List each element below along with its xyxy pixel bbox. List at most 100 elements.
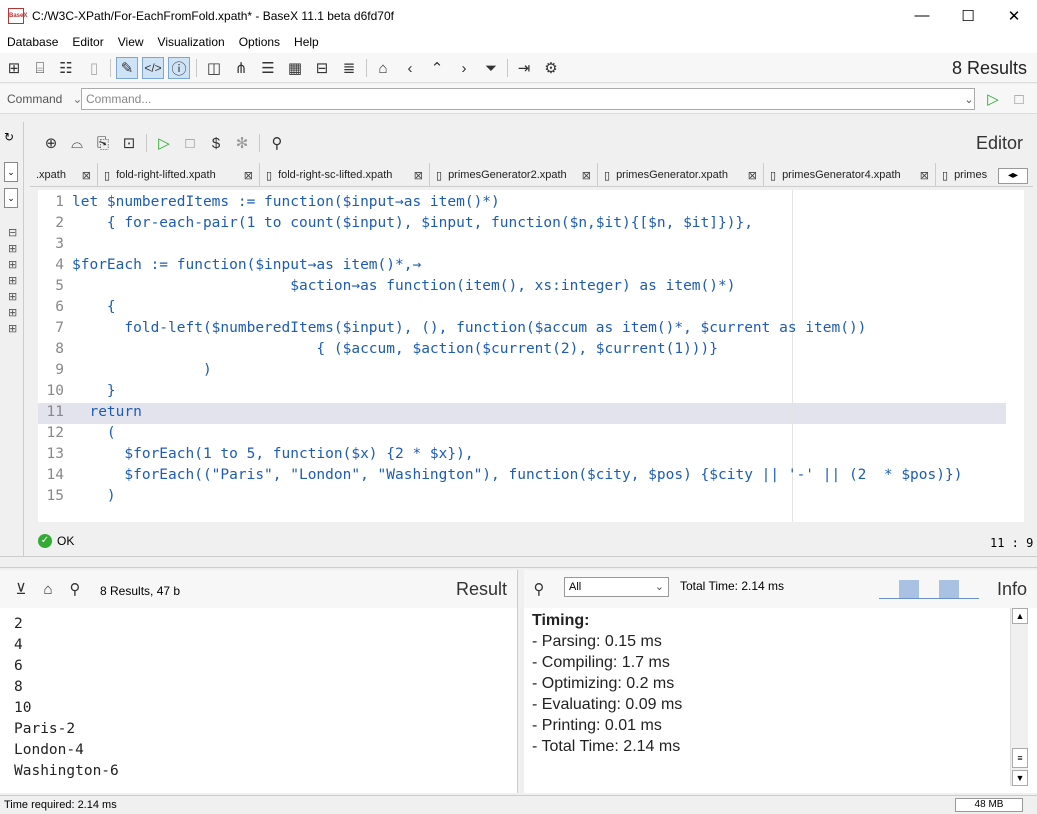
status-ok-label: OK (57, 534, 75, 548)
editor-tabs: .xpath ⊠ ▯ fold-right-lifted.xpath ⊠ ▯ fold-… (30, 163, 1033, 187)
total-time: Total Time: 2.14 ms (680, 579, 785, 593)
project-strip: ↻ ⌄ ⌄ ⊟ ⊞ ⊞ ⊞ ⊞ ⊞ ⊞ (0, 122, 24, 560)
command-mode-select[interactable]: Command ⌄ (2, 88, 82, 110)
home-icon[interactable]: ⌂ (37, 578, 59, 600)
splitter[interactable] (0, 556, 1037, 568)
open-database-icon[interactable]: ⌸ (29, 57, 51, 79)
forward-icon[interactable]: › (453, 57, 475, 79)
chevron-down-icon[interactable]: ⌄ (4, 162, 18, 182)
close-icon[interactable]: ⊠ (748, 169, 757, 182)
info-toggle-icon[interactable]: ⓘ (168, 57, 190, 79)
code-line: return (72, 404, 142, 420)
tab-scroll-arrows[interactable]: ◂▸ (998, 168, 1028, 184)
home-icon[interactable]: ⌂ (372, 57, 394, 79)
new-file-icon[interactable]: ⊕ (40, 132, 62, 154)
properties-icon[interactable]: ☷ (55, 57, 77, 79)
code-line: ( (72, 425, 116, 441)
menu-editor[interactable]: Editor (65, 35, 110, 49)
result-output: 2 4 6 8 10 Paris-2 London-4 Washington-6 (14, 614, 119, 782)
command-input[interactable]: Command... (81, 88, 975, 110)
menu-options[interactable]: Options (232, 35, 287, 49)
refresh-icon[interactable]: ↻ (4, 130, 14, 144)
code-line: let $numberedItems := function($input→as… (72, 194, 500, 210)
cursor-position: 11 : 9 (990, 536, 1034, 550)
file-icon: ▯ (770, 169, 777, 182)
tree-expanders[interactable]: ⊟ ⊞ ⊞ ⊞ ⊞ ⊞ ⊞ (8, 225, 17, 337)
menu-database[interactable]: Database (0, 35, 65, 49)
settings-icon[interactable]: ⚙ (540, 57, 562, 79)
tab-fold-right-lifted[interactable]: ▯ fold-right-lifted.xpath ⊠ (98, 163, 260, 187)
maximize-button[interactable]: ☐ (945, 0, 991, 31)
up-icon[interactable]: ⌃ (426, 57, 448, 79)
editor-toggle-icon[interactable]: ✎ (116, 57, 138, 79)
filter-icon[interactable]: ⏷ (480, 57, 502, 79)
close-icon[interactable]: ⊠ (582, 169, 591, 182)
close-icon[interactable]: ⊠ (244, 169, 253, 182)
code-line: { ($accum, $action($current(2), $current… (72, 341, 719, 357)
save-result-icon[interactable]: ⊻ (10, 578, 32, 600)
tree-view-icon[interactable]: ⋔ (230, 57, 252, 79)
scroll-down-icon[interactable]: ▼ (1012, 770, 1028, 786)
close-icon[interactable]: ⊠ (920, 169, 929, 182)
code-line: { (72, 299, 116, 315)
variables-icon[interactable]: $ (205, 132, 227, 154)
info-filter-select[interactable]: All ⌄ (564, 577, 669, 597)
result-line: 8 (14, 679, 23, 695)
debug-icon[interactable]: ✻ (231, 132, 253, 154)
info-scrollbar[interactable]: ▲ ≡ ▼ (1010, 608, 1028, 786)
close-button[interactable]: ✕ (991, 0, 1037, 31)
tab-primesgenerator2[interactable]: ▯ primesGenerator2.xpath ⊠ (430, 163, 598, 187)
close-icon[interactable]: ⊠ (82, 169, 91, 182)
result-line: 6 (14, 658, 23, 674)
plot-view-icon[interactable]: ▦ (284, 57, 306, 79)
scroll-thumb[interactable]: ≡ (1012, 748, 1028, 768)
back-icon[interactable]: ‹ (399, 57, 421, 79)
run-command-icon[interactable]: ▷ (982, 88, 1004, 110)
close-database-icon[interactable]: ▯ (83, 57, 105, 79)
result-line: 4 (14, 637, 23, 653)
tab-primesgenerator4[interactable]: ▯ primesGenerator4.xpath ⊠ (764, 163, 936, 187)
editor-panel-label: Editor (975, 133, 1023, 153)
stop-query-icon[interactable]: □ (179, 132, 201, 154)
command-mode-value: Command (7, 92, 63, 106)
menu-view[interactable]: View (111, 35, 151, 49)
code-line: $forEach(("Paris", "London", "Washington… (72, 467, 963, 483)
map-view-icon[interactable]: ◫ (203, 57, 225, 79)
fullscreen-icon[interactable]: ⇥ (513, 57, 535, 79)
save-icon[interactable]: ⎘ (92, 132, 114, 154)
tab-primesgenerator[interactable]: ▯ primesGenerator.xpath ⊠ (598, 163, 764, 187)
close-icon[interactable]: ⊠ (414, 169, 423, 182)
search-icon[interactable]: ⚲ (266, 132, 288, 154)
stop-command-icon[interactable]: □ (1008, 88, 1030, 110)
close-file-icon[interactable]: ⊡ (118, 132, 140, 154)
search-icon[interactable]: ⚲ (528, 578, 550, 600)
code-line: $forEach := function($input→as item()*,→ (72, 257, 422, 273)
table-view-icon[interactable]: ⊟ (311, 57, 333, 79)
scroll-up-icon[interactable]: ▲ (1012, 608, 1028, 624)
search-icon[interactable]: ⚲ (64, 578, 86, 600)
folder-view-icon[interactable]: ☰ (257, 57, 279, 79)
menu-visualization[interactable]: Visualization (151, 35, 232, 49)
new-database-icon[interactable]: ⊞ (3, 57, 25, 79)
result-summary: 8 Results, 47 b (100, 584, 181, 598)
open-file-icon[interactable]: ⌓ (66, 132, 88, 154)
info-header: ⚲ All ⌄ Total Time: 2.14 ms Info (524, 570, 1037, 608)
code-editor[interactable]: 1 let $numberedItems := function($input→a… (38, 190, 1024, 522)
explorer-view-icon[interactable]: ≣ (338, 57, 360, 79)
menu-help[interactable]: Help (287, 35, 326, 49)
check-icon: ✓ (38, 534, 52, 548)
code-line: $forEach(1 to 5, function($x) {2 * $x}), (72, 446, 474, 462)
tab-xpath[interactable]: .xpath ⊠ (30, 163, 98, 187)
history-dropdown-icon[interactable]: ⌄ (958, 88, 980, 110)
code-toggle-icon[interactable]: </> (142, 57, 164, 79)
command-bar: Command ⌄ Command... ⌄ ▷ □ (0, 84, 1037, 114)
code-line: fold-left($numberedItems($input), (), fu… (72, 320, 867, 336)
timing-item: - Printing: 0.01 ms (532, 717, 662, 734)
chevron-down-icon[interactable]: ⌄ (4, 188, 18, 208)
file-icon: ▯ (266, 169, 273, 182)
run-query-icon[interactable]: ▷ (153, 132, 175, 154)
tab-primes[interactable]: ▯ primes (936, 163, 998, 187)
tab-fold-right-sc-lifted[interactable]: ▯ fold-right-sc-lifted.xpath ⊠ (260, 163, 430, 187)
minimize-button[interactable]: — (899, 0, 945, 31)
memory-usage[interactable]: 48 MB (955, 798, 1023, 812)
